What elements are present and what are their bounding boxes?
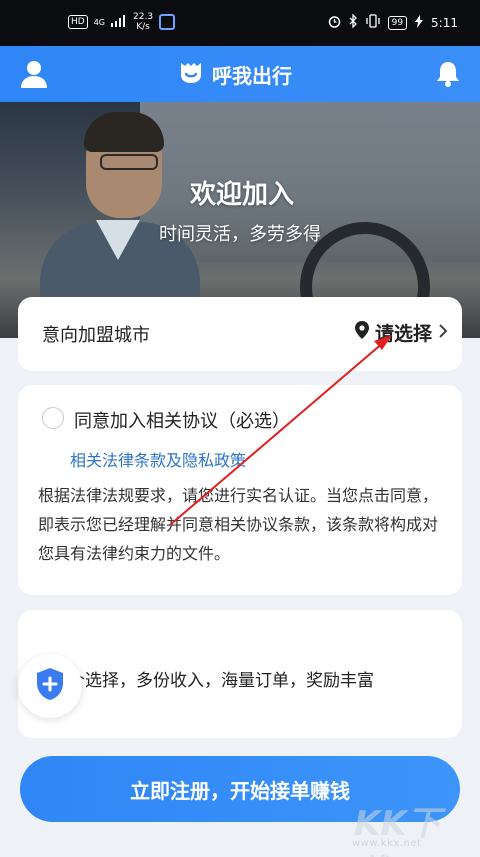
agreement-card: 同意加入相关协议（必选） 相关法律条款及隐私政策 根据法律法规要求，请您进行实名… — [18, 385, 462, 595]
city-label: 意向加盟城市 — [42, 325, 150, 346]
agreement-title[interactable]: 同意加入相关协议（必选） — [74, 407, 290, 433]
shield-plus-icon — [35, 667, 65, 705]
bluetooth-icon — [349, 13, 358, 31]
hd-badge: HD — [68, 15, 88, 29]
net-speed-unit: K/s — [136, 22, 150, 32]
status-left: HD 4G 22.3 K/s — [68, 12, 176, 32]
agree-radio[interactable] — [42, 407, 64, 429]
user-icon[interactable] — [18, 58, 50, 90]
location-pin-icon — [354, 321, 369, 344]
clock-time: 5:11 — [431, 15, 458, 30]
charging-icon — [415, 14, 424, 31]
features-card: 个选择，多份收入，海量订单，奖励丰富 — [18, 610, 462, 738]
app-title: 呼我出行 — [212, 64, 292, 88]
agreement-description: 根据法律法规要求，请您进行实名认证。当您点击同意，即表示您已经理解并同意相关协议… — [38, 486, 439, 563]
alarm-icon — [328, 15, 341, 31]
hero-subtitle: 时间灵活，多劳多得 — [159, 224, 321, 245]
net-speed: 22.3 K/s — [133, 12, 153, 32]
brand: 呼我出行 — [178, 59, 292, 90]
watermark: KK下载 www.kkx.net — [346, 796, 466, 857]
hero-title: 欢迎加入 — [189, 180, 294, 210]
chevron-right-icon — [438, 322, 448, 344]
battery-level: 99 — [387, 15, 408, 30]
vibrate-icon — [365, 14, 380, 31]
driver-glasses — [100, 154, 158, 170]
logo-icon — [178, 59, 204, 90]
status-bar: HD 4G 22.3 K/s 99 5:11 — [0, 0, 480, 46]
city-select-text: 请选择 — [374, 323, 432, 345]
city-card: 意向加盟城市 请选择 — [18, 297, 462, 371]
net-speed-value: 22.3 — [133, 12, 154, 22]
security-shield-button[interactable] — [18, 654, 82, 718]
status-right: 99 5:11 — [328, 13, 458, 31]
network-label: 4G — [93, 17, 105, 27]
city-select-button[interactable]: 请选择 — [354, 319, 448, 346]
features-text: 个选择，多份收入，海量订单，奖励丰富 — [68, 671, 374, 691]
legal-policy-link[interactable]: 相关法律条款及隐私政策 — [70, 447, 246, 471]
bell-icon[interactable] — [432, 58, 464, 90]
signal-icon — [111, 14, 127, 30]
watermark-url: www.kkx.net — [352, 838, 422, 849]
app-notification-icon — [159, 14, 176, 30]
app-header: 呼我出行 — [0, 46, 480, 102]
